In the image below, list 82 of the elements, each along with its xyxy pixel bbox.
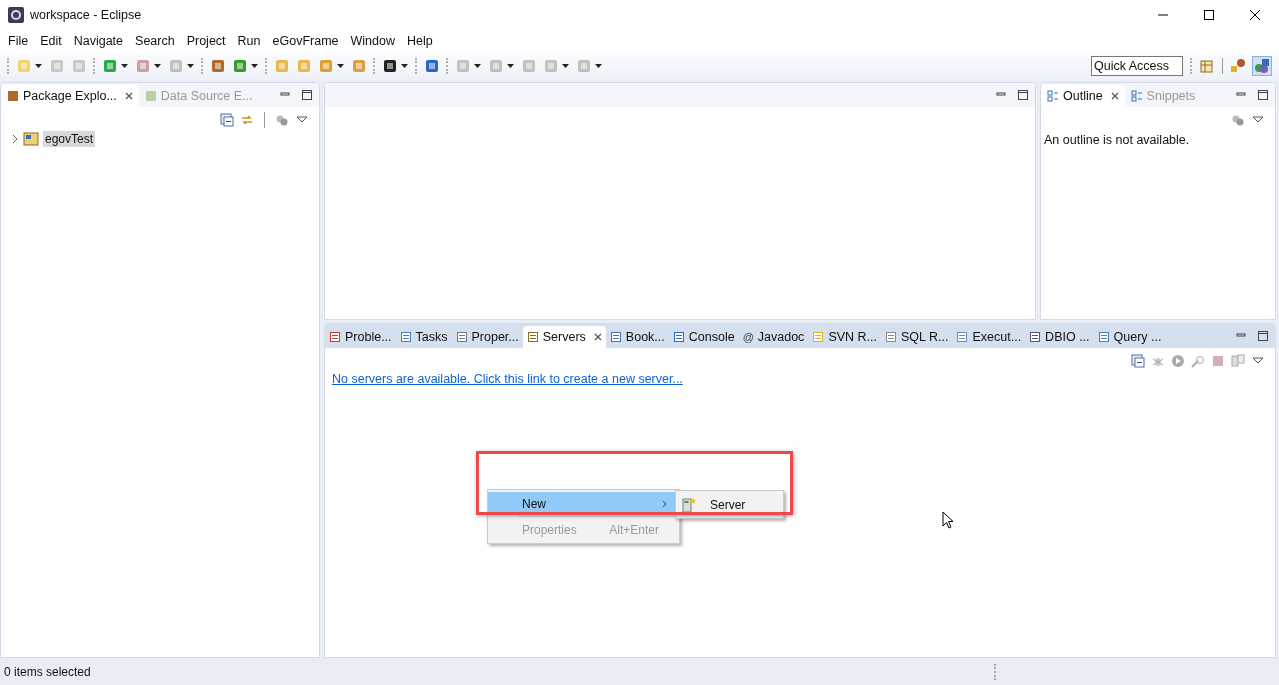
play-icon[interactable]	[1171, 354, 1185, 368]
filter-icon[interactable]	[275, 113, 289, 127]
maximize-icon[interactable]	[1258, 331, 1268, 341]
outline-icon	[1047, 90, 1059, 102]
tab-label: Proble...	[345, 330, 392, 344]
server-icon	[682, 496, 696, 513]
view-tab[interactable]: Tasks	[395, 326, 452, 348]
shortcut-text: Alt+Enter	[609, 522, 659, 537]
view-tab[interactable]: Package Explo...	[1, 85, 139, 107]
view-tab[interactable]: SQL R...	[881, 326, 953, 348]
tab-label: DBIO ...	[1045, 330, 1090, 344]
maximize-icon[interactable]	[1018, 90, 1028, 100]
tab-label: Book...	[625, 330, 665, 344]
menu-item[interactable]: Run	[231, 34, 267, 48]
menu-item[interactable]: Window	[344, 34, 401, 48]
menu-item[interactable]: Edit	[34, 34, 68, 48]
tab-label: SVN R...	[828, 330, 877, 344]
caret-icon[interactable]	[401, 64, 408, 68]
link-icon[interactable]	[240, 113, 254, 127]
menu-item[interactable]: Help	[400, 34, 439, 48]
egov-perspective-icon[interactable]	[1252, 56, 1272, 76]
tab-label: Servers	[542, 330, 586, 344]
close-icon[interactable]	[124, 92, 133, 100]
close-icon[interactable]	[1110, 92, 1119, 100]
tab-label: Tasks	[415, 330, 448, 344]
caret-icon[interactable]	[474, 64, 481, 68]
window-title: workspace - Eclipse	[30, 8, 142, 22]
app-icon	[8, 7, 24, 23]
tree-item[interactable]: egovTest	[43, 131, 96, 147]
menu-item[interactable]: Project	[180, 34, 232, 48]
menu-item[interactable]: File	[2, 34, 35, 48]
tab-label: Console	[688, 330, 735, 344]
caret-icon[interactable]	[251, 64, 258, 68]
menu-item[interactable]: Server	[676, 493, 783, 516]
caret-icon[interactable]	[507, 64, 514, 68]
tab-label: SQL R...	[901, 330, 949, 344]
project-icon	[23, 131, 39, 147]
tab-label: Javadoc	[757, 330, 805, 344]
quick-access-field[interactable]: Quick Access	[1091, 56, 1183, 76]
outline-message: An outline is not available.	[1044, 133, 1191, 147]
view-tab[interactable]: Outline	[1041, 85, 1125, 107]
tab-label: Data Source E...	[160, 89, 253, 103]
view-tab[interactable]: Proper...	[451, 326, 523, 348]
tab-label: Snippets	[1146, 89, 1196, 103]
maximize-icon[interactable]	[1204, 10, 1214, 20]
tab-label: Query ...	[1113, 330, 1162, 344]
tab-label: Execut...	[972, 330, 1022, 344]
tab-label: Package Explo...	[23, 89, 117, 103]
maximize-icon[interactable]	[302, 90, 312, 100]
view-tab[interactable]: Proble...	[325, 326, 396, 348]
view-tab[interactable]: Console	[668, 326, 739, 348]
view-tab[interactable]: Execut...	[952, 326, 1026, 348]
maximize-icon[interactable]	[1258, 90, 1268, 100]
view-tab[interactable]: Query ...	[1093, 326, 1166, 348]
caret-icon[interactable]	[121, 64, 128, 68]
view-tab[interactable]: DBIO ...	[1025, 326, 1094, 348]
mouse-cursor-icon	[942, 511, 954, 529]
caret-icon[interactable]	[595, 64, 602, 68]
caret-icon[interactable]	[337, 64, 344, 68]
snippets-icon	[1130, 90, 1143, 102]
perspective-icon[interactable]	[1199, 58, 1215, 74]
view-tab[interactable]: SVN R...	[808, 326, 881, 348]
menu-item[interactable]: Search	[129, 34, 181, 48]
tab-label: Proper...	[471, 330, 519, 344]
at-icon: @	[742, 331, 754, 343]
menu-item[interactable]: eGovFrame	[266, 34, 345, 48]
menu-item[interactable]: Navigate	[67, 34, 130, 48]
close-icon[interactable]	[1250, 10, 1260, 20]
view-tab[interactable]: Servers	[522, 326, 606, 348]
collapse-all-icon[interactable]	[1131, 354, 1145, 368]
caret-icon[interactable]	[35, 64, 42, 68]
caret-icon[interactable]	[154, 64, 161, 68]
create-server-link[interactable]: No servers are available. Click this link to create a new server...	[332, 372, 683, 386]
view-tab[interactable]: @ Javadoc	[738, 326, 809, 348]
close-icon[interactable]	[593, 333, 602, 341]
tab-label: Outline	[1063, 89, 1103, 103]
collapse-all-icon[interactable]	[220, 113, 234, 127]
caret-icon[interactable]	[562, 64, 569, 68]
caret-icon[interactable]	[187, 64, 194, 68]
status-text: 0 items selected	[4, 664, 91, 679]
filter-icon[interactable]	[1231, 113, 1245, 127]
view-tab[interactable]: Book...	[605, 326, 669, 348]
